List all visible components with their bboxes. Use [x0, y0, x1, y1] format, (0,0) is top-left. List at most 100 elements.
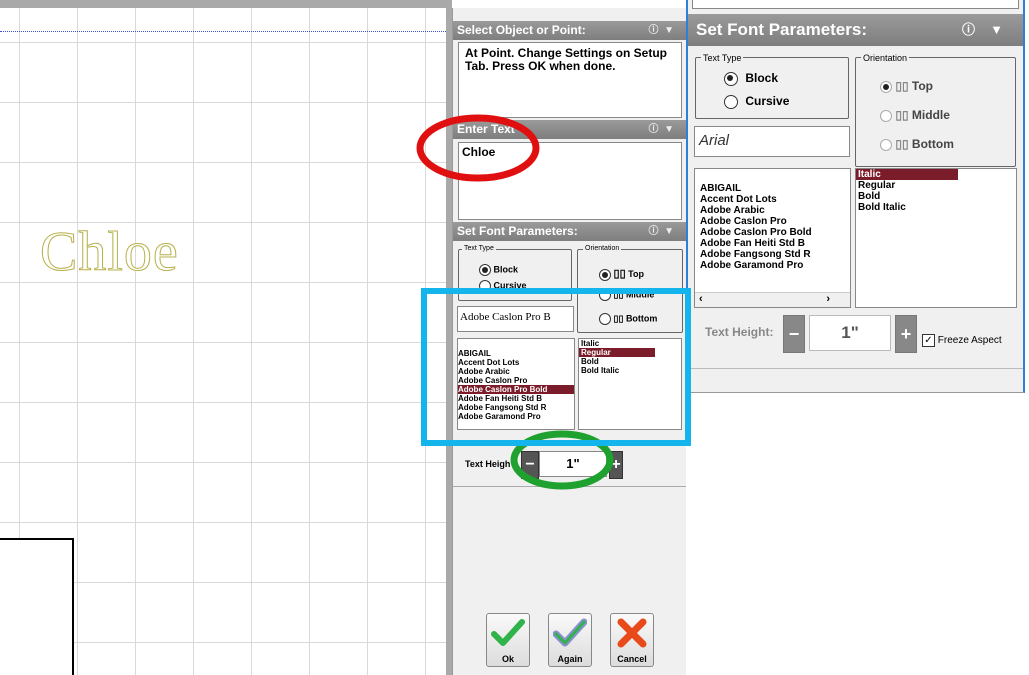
chevron-down-icon[interactable]: ▼ [990, 14, 1003, 46]
list-item[interactable]: Accent Dot Lots [458, 358, 574, 367]
style-list[interactable]: Italic Regular Bold Bold Italic [578, 338, 682, 430]
radio-block[interactable]: Block [724, 71, 778, 86]
horizontal-scrollbar[interactable]: ‹ › [695, 292, 850, 307]
increase-height-button[interactable]: + [895, 315, 917, 353]
list-item[interactable]: Regular [856, 180, 1016, 191]
select-object-header: Select Object or Point: ⓘ ▼ [453, 21, 686, 40]
text-entry-field[interactable]: Chloe [458, 142, 682, 220]
section-divider [453, 486, 686, 487]
list-item[interactable]: ABIGAIL [695, 183, 850, 194]
list-item[interactable]: Adobe Caslon Pro [458, 376, 574, 385]
list-item[interactable]: Bold [579, 357, 681, 366]
orientation-bottom-icon: ▯▯ [895, 137, 909, 151]
list-item[interactable]: Adobe Fangsong Std R [458, 403, 574, 412]
radio-selected-icon[interactable] [599, 268, 611, 281]
radio-block-label: Block [745, 71, 779, 85]
radio-cursive[interactable]: Cursive [724, 94, 789, 109]
font-params-header-label: Set Font Parameters: [696, 20, 867, 39]
orientation-bottom-label: Bottom [625, 313, 658, 324]
x-mark-icon [617, 618, 647, 648]
ok-button-label: Ok [501, 654, 514, 664]
radio-orientation-bottom[interactable]: ▯▯ Bottom [599, 313, 657, 325]
list-item[interactable]: Adobe Arabic [458, 367, 574, 376]
radio-cursive-label: Cursive [745, 94, 790, 108]
list-item[interactable]: Adobe Caslon Pro Bold [695, 227, 850, 238]
list-item[interactable]: Accent Dot Lots [695, 194, 850, 205]
design-canvas[interactable]: Chloe [0, 0, 448, 675]
list-item[interactable]: Bold Italic [856, 202, 1016, 213]
list-item[interactable]: Adobe Fan Heiti Std B [695, 238, 850, 249]
radio-unselected-icon[interactable] [880, 138, 892, 151]
radio-selected-icon[interactable] [724, 71, 738, 86]
radio-cursive[interactable]: Cursive [479, 280, 527, 290]
style-list[interactable]: Italic Regular Bold Bold Italic [855, 168, 1017, 308]
text-type-group [695, 57, 849, 119]
text-type-legend: Text Type [462, 245, 496, 252]
list-item[interactable]: ABIGAIL [458, 349, 574, 358]
radio-unselected-icon[interactable] [599, 289, 611, 301]
decrease-height-button[interactable]: − [521, 451, 539, 479]
radio-orientation-bottom[interactable]: ▯▯ Bottom [880, 137, 954, 151]
freeze-aspect-checkbox[interactable]: ✓ Freeze Aspect [922, 334, 1002, 347]
orientation-legend: Orientation [583, 245, 622, 252]
radio-selected-icon[interactable] [880, 80, 892, 93]
list-item[interactable]: Adobe Garamond Pro [695, 260, 850, 271]
chevron-right-icon[interactable]: › [826, 293, 830, 305]
cancel-button-label: Cancel [617, 654, 647, 664]
list-item[interactable]: Adobe Fangsong Std R [695, 249, 850, 260]
increase-height-button[interactable]: + [609, 451, 623, 479]
radio-block[interactable]: Block [479, 264, 518, 276]
radio-orientation-middle[interactable]: ▯▯ Middle [599, 289, 654, 301]
cancel-button[interactable]: Cancel [610, 613, 654, 667]
font-params-zoomed-panel: Set Font Parameters: ⓘ ▼ Text Type Block… [686, 0, 1025, 393]
radio-unselected-icon[interactable] [599, 313, 611, 325]
help-icon[interactable]: ⓘ ▼ [649, 120, 674, 139]
help-icon[interactable]: ⓘ ▼ [649, 222, 674, 241]
radio-orientation-middle[interactable]: ▯▯ Middle [880, 108, 950, 122]
radio-selected-icon[interactable] [479, 264, 491, 276]
list-item[interactable]: Bold [856, 191, 1016, 202]
double-checkmark-icon [552, 618, 588, 647]
chevron-left-icon[interactable]: ‹ [699, 293, 703, 305]
font-params-header-label: Set Font Parameters: [457, 224, 578, 238]
canvas-top-border [0, 0, 452, 8]
radio-orientation-top[interactable]: ▯▯ Top [880, 79, 933, 93]
radio-unselected-icon[interactable] [724, 94, 738, 109]
list-item[interactable]: Adobe Garamond Pro [458, 412, 574, 421]
list-item[interactable]: Adobe Caslon Pro [695, 216, 850, 227]
ok-button[interactable]: Ok [486, 613, 530, 667]
radio-unselected-icon[interactable] [880, 109, 892, 122]
again-button[interactable]: Again [548, 613, 592, 667]
text-entry-value[interactable]: Chloe [459, 143, 681, 161]
radio-unselected-icon[interactable] [479, 280, 491, 290]
radio-orientation-top[interactable]: ▯▯ Top [599, 267, 644, 281]
text-height-input[interactable]: 1" [809, 315, 891, 351]
top-field-edge [692, 0, 1019, 9]
font-list[interactable]: ABIGAIL Accent Dot Lots Adobe Arabic Ado… [457, 338, 575, 430]
orientation-middle-label: Middle [911, 108, 950, 122]
font-preview-field[interactable]: Adobe Caslon Pro B [457, 306, 574, 332]
text-height-label: Text Heigh [465, 459, 511, 469]
orientation-top-label: Top [911, 79, 934, 93]
help-icon[interactable]: ⓘ [962, 14, 975, 46]
canvas-text-object[interactable]: Chloe [40, 220, 179, 284]
enter-text-header: Enter Text ⓘ ▼ [453, 120, 686, 139]
decrease-height-button[interactable]: − [783, 315, 805, 353]
font-list[interactable]: ABIGAIL Accent Dot Lots Adobe Arabic Ado… [694, 168, 851, 308]
canvas-rectangle-object[interactable] [0, 538, 74, 675]
list-item[interactable]: Adobe Fan Heiti Std B [458, 394, 574, 403]
list-item-selected[interactable]: Regular [579, 348, 655, 357]
list-item[interactable]: Bold Italic [579, 366, 681, 375]
font-preview-field[interactable]: Arial [694, 126, 850, 157]
list-item-selected[interactable]: Italic [856, 169, 958, 180]
check-icon[interactable]: ✓ [922, 334, 935, 347]
list-item[interactable]: Adobe Arabic [695, 205, 850, 216]
orientation-middle-label: Middle [625, 289, 655, 300]
list-item-selected[interactable]: Adobe Caslon Pro Bold [458, 385, 574, 394]
checkmark-icon [491, 619, 525, 646]
text-height-input[interactable]: 1" [539, 451, 607, 477]
help-icon[interactable]: ⓘ ▼ [649, 21, 674, 40]
list-item[interactable]: Italic [579, 339, 681, 348]
font-params-header: Set Font Parameters: ⓘ ▼ [453, 222, 686, 241]
section-divider [688, 368, 1023, 369]
